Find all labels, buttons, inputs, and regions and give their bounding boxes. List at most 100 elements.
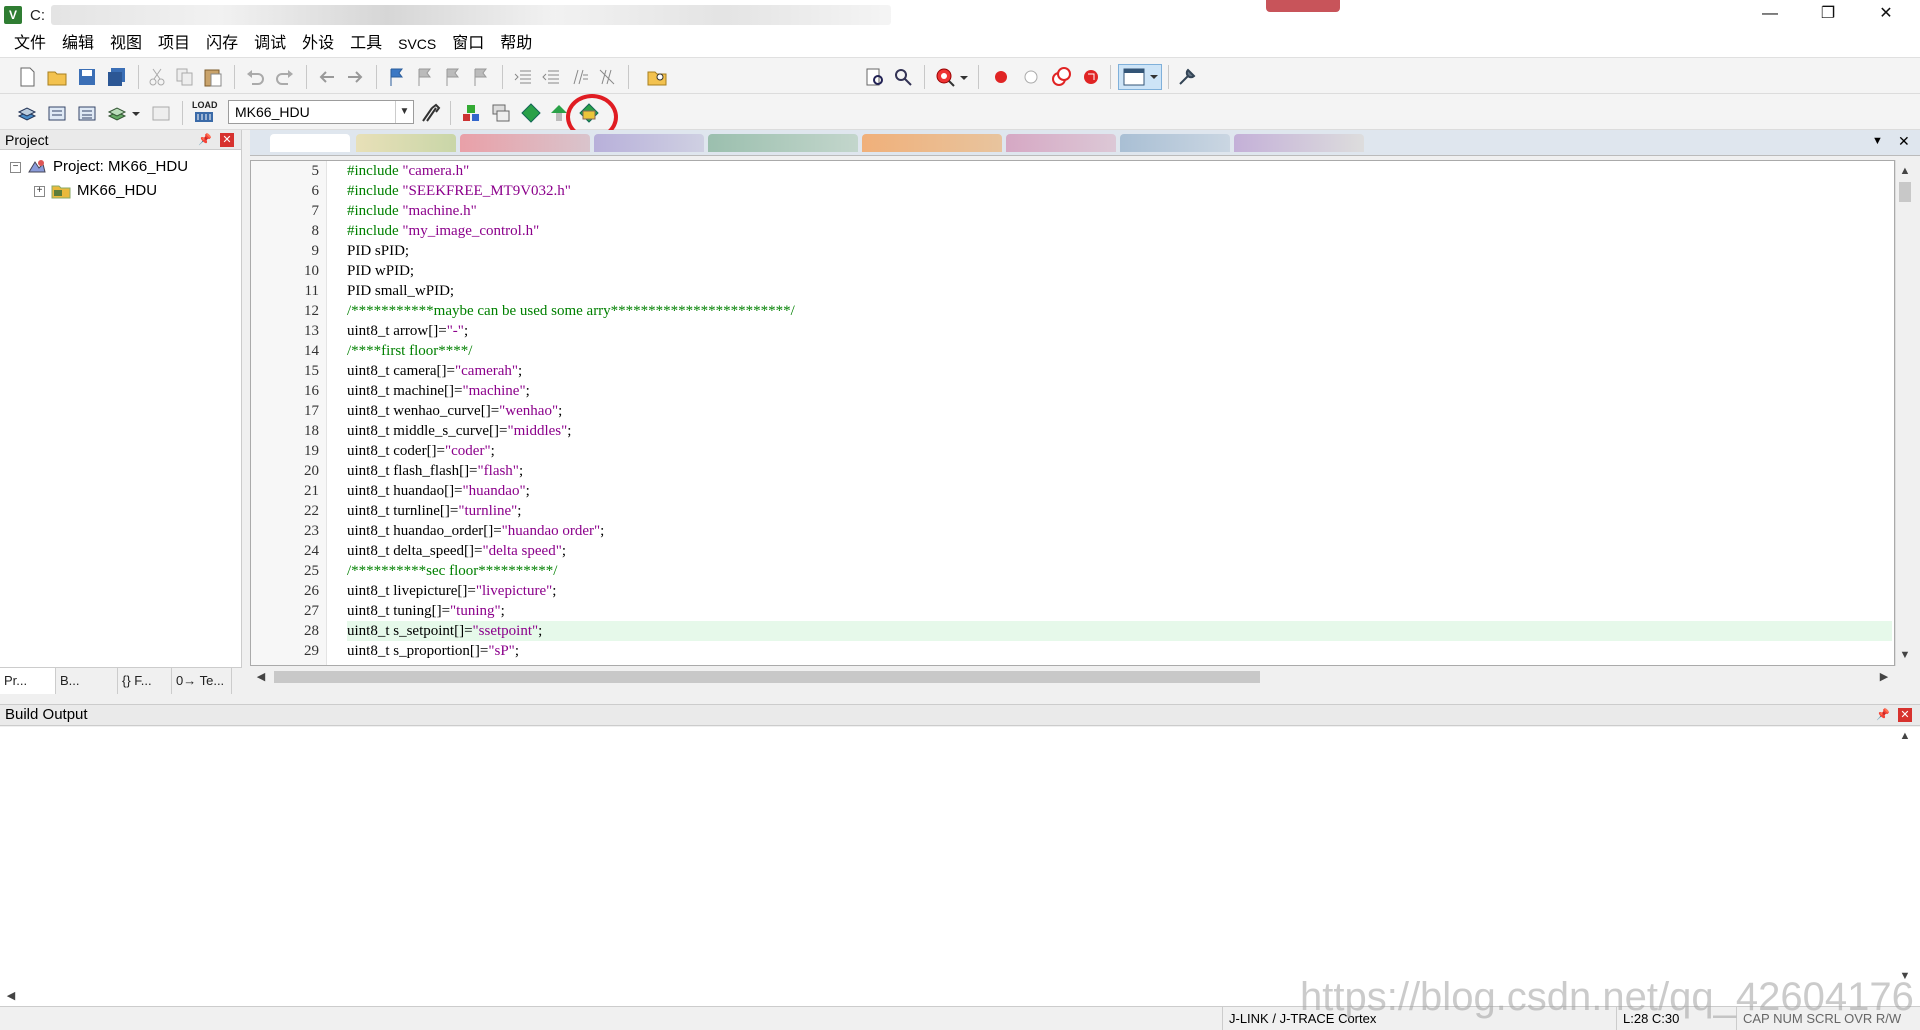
target-options-icon[interactable]: [420, 102, 442, 124]
rebuild-icon[interactable]: [76, 102, 98, 124]
minimize-button[interactable]: —: [1742, 0, 1798, 30]
disable-breakpoints-icon[interactable]: [1050, 66, 1072, 88]
code-line[interactable]: uint8_t s_integral[]="sI";: [347, 661, 498, 665]
clear-bookmarks-icon[interactable]: [470, 66, 492, 88]
unindent-icon[interactable]: [540, 66, 562, 88]
debug-session-icon[interactable]: [934, 66, 956, 88]
code-line[interactable]: /****first floor****/: [347, 341, 472, 361]
code-line[interactable]: PID sPID;: [347, 241, 409, 261]
batch-build-icon[interactable]: [106, 102, 128, 124]
menu-view[interactable]: 视图: [102, 31, 150, 57]
editor-tab[interactable]: [460, 134, 590, 152]
menu-help[interactable]: 帮助: [492, 31, 540, 57]
editor-tab[interactable]: [862, 134, 1002, 152]
code-editor[interactable]: 5 6 7 8 9 10 11 12 13 14 15 16 17 18 19 20 21 22 23 24 25 26 2…: [250, 160, 1895, 666]
scroll-left-icon[interactable]: ◀: [252, 668, 270, 686]
editor-vertical-scrollbar[interactable]: ▲ ▼: [1895, 160, 1913, 666]
manage-project-icon[interactable]: [460, 102, 482, 124]
kill-breakpoints-icon[interactable]: [1080, 66, 1102, 88]
code-line[interactable]: uint8_t turnline[]="turnline";: [347, 501, 521, 521]
next-bookmark-icon[interactable]: [442, 66, 464, 88]
code-line[interactable]: uint8_t tuning[]="tuning";: [347, 601, 505, 621]
bookmark-icon[interactable]: [386, 66, 408, 88]
download-button[interactable]: LOAD: [190, 100, 218, 126]
enable-breakpoint-icon[interactable]: [1020, 66, 1042, 88]
collapse-icon[interactable]: −: [10, 161, 21, 173]
code-line[interactable]: /**********sec floor**********/: [347, 561, 557, 581]
comment-icon[interactable]: [568, 66, 590, 88]
code-line[interactable]: uint8_t arrow[]="-";: [347, 321, 468, 341]
scroll-down-icon[interactable]: ▼: [1896, 646, 1914, 664]
menu-peripherals[interactable]: 外设: [294, 31, 342, 57]
open-file-icon[interactable]: [46, 66, 68, 88]
menu-tools[interactable]: 工具: [342, 31, 390, 57]
tab-list-chevron-icon[interactable]: ▼: [1872, 135, 1883, 147]
menu-svcs[interactable]: SVCS: [390, 31, 444, 57]
editor-tab[interactable]: [708, 134, 858, 152]
code-line[interactable]: uint8_t huandao[]="huandao";: [347, 481, 530, 501]
menu-window[interactable]: 窗口: [444, 31, 492, 57]
menu-file[interactable]: 文件: [6, 31, 54, 57]
close-icon[interactable]: ✕: [220, 133, 234, 147]
editor-tab[interactable]: [356, 134, 456, 152]
close-icon[interactable]: ✕: [1898, 708, 1912, 722]
prev-bookmark-icon[interactable]: [414, 66, 436, 88]
code-line[interactable]: PID small_wPID;: [347, 281, 454, 301]
code-line[interactable]: #include "my_image_control.h": [347, 221, 539, 241]
paste-icon[interactable]: [202, 66, 224, 88]
uncomment-icon[interactable]: [596, 66, 618, 88]
code-line[interactable]: uint8_t delta_speed[]="delta speed";: [347, 541, 566, 561]
horizontal-scroll-thumb[interactable]: [274, 671, 1260, 683]
scroll-up-icon[interactable]: ▲: [1896, 727, 1914, 745]
pin-icon[interactable]: 📌: [198, 133, 212, 147]
menu-debug[interactable]: 调试: [246, 31, 294, 57]
code-line[interactable]: uint8_t coder[]="coder";: [347, 441, 495, 461]
menu-flash[interactable]: 闪存: [198, 31, 246, 57]
chevron-down-icon[interactable]: [130, 102, 142, 124]
editor-tab[interactable]: [1120, 134, 1230, 152]
find-in-files-icon[interactable]: [646, 66, 668, 88]
code-line[interactable]: uint8_t wenhao_curve[]="wenhao";: [347, 401, 562, 421]
scroll-left-icon[interactable]: ◀: [2, 987, 20, 1005]
select-packs-icon[interactable]: [520, 102, 542, 124]
code-line[interactable]: PID wPID;: [347, 261, 414, 281]
tree-item-project[interactable]: − Project: MK66_HDU: [10, 156, 188, 178]
editor-tab[interactable]: [270, 134, 350, 152]
nav-back-icon[interactable]: [316, 66, 338, 88]
build-icon[interactable]: [46, 102, 68, 124]
window-layout-button[interactable]: [1118, 64, 1162, 90]
chevron-down-icon[interactable]: ▼: [395, 101, 413, 123]
code-line[interactable]: uint8_t machine[]="machine";: [347, 381, 530, 401]
code-line[interactable]: #include "SEEKFREE_MT9V032.h": [347, 181, 571, 201]
find-icon[interactable]: [864, 66, 886, 88]
tab-project[interactable]: Pr...: [0, 668, 56, 694]
menu-project[interactable]: 项目: [150, 31, 198, 57]
translate-icon[interactable]: [16, 102, 38, 124]
tab-functions[interactable]: {} F...: [118, 668, 172, 694]
close-window-button[interactable]: ✕: [1858, 0, 1914, 30]
nav-forward-icon[interactable]: [344, 66, 366, 88]
code-line[interactable]: uint8_t middle_s_curve[]="middles";: [347, 421, 571, 441]
code-line[interactable]: uint8_t huandao_order[]="huandao order";: [347, 521, 604, 541]
code-line[interactable]: #include "machine.h": [347, 201, 477, 221]
code-line[interactable]: uint8_t flash_flash[]="flash";: [347, 461, 523, 481]
expand-icon[interactable]: +: [34, 185, 45, 197]
close-tab-icon[interactable]: ✕: [1898, 133, 1910, 150]
new-file-icon[interactable]: [16, 66, 38, 88]
chevron-down-icon[interactable]: [958, 66, 970, 88]
editor-tab[interactable]: [594, 134, 704, 152]
code-line[interactable]: uint8_t s_proportion[]="sP";: [347, 641, 519, 661]
copy-icon[interactable]: [174, 66, 196, 88]
code-line[interactable]: uint8_t camera[]="camerah";: [347, 361, 522, 381]
stop-build-icon[interactable]: [150, 102, 172, 124]
restore-button[interactable]: ❐: [1800, 0, 1856, 30]
code-line[interactable]: uint8_t livepicture[]="livepicture";: [347, 581, 556, 601]
indent-icon[interactable]: [512, 66, 534, 88]
tab-books[interactable]: B...: [56, 668, 118, 694]
editor-tab[interactable]: [1234, 134, 1364, 152]
insert-breakpoint-icon[interactable]: [990, 66, 1012, 88]
file-extensions-icon[interactable]: [490, 102, 512, 124]
code-line[interactable]: #include "camera.h": [347, 161, 469, 181]
cut-icon[interactable]: [146, 66, 168, 88]
editor-horizontal-scrollbar[interactable]: ◀ ▶: [250, 668, 1895, 686]
